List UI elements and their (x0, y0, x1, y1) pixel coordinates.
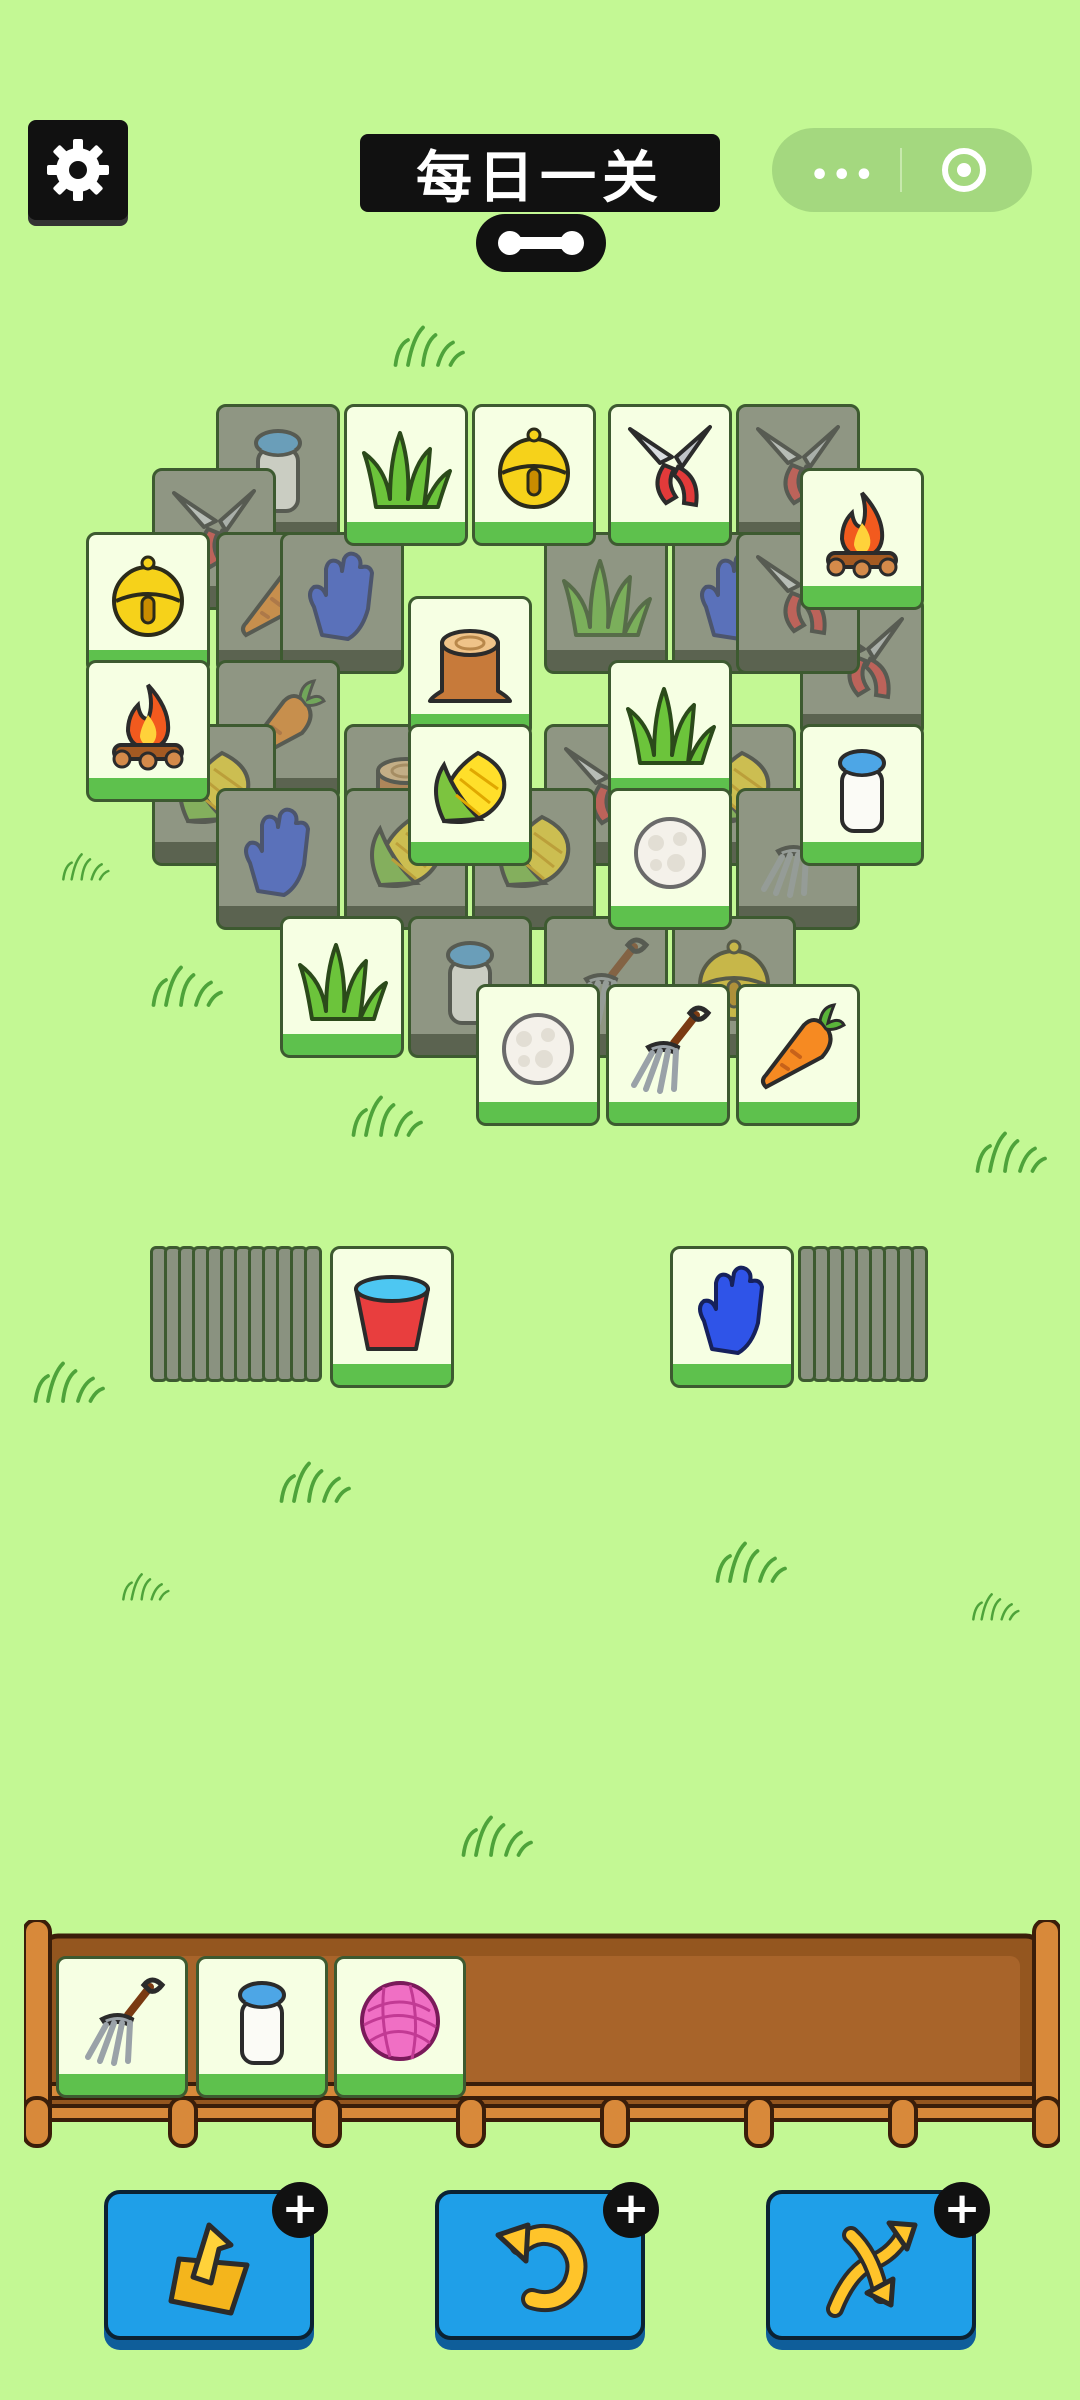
target-circle-icon[interactable] (942, 148, 986, 192)
plus-icon: + (934, 2182, 990, 2238)
tile-selectable[interactable] (86, 660, 210, 802)
tile-selectable[interactable] (408, 596, 532, 738)
tile-covered (280, 532, 404, 674)
stack-top-tile[interactable] (670, 1246, 794, 1388)
tray-slot-2 (196, 1956, 328, 2098)
glove-icon (292, 547, 392, 647)
corn-icon (420, 739, 520, 839)
tray-slot-3 (334, 1956, 466, 2098)
tile-selectable[interactable] (608, 660, 732, 802)
fire-icon (98, 675, 198, 775)
tile-covered (216, 788, 340, 930)
bell-icon (484, 419, 584, 519)
grass-decoration-icon (274, 1456, 354, 1506)
grass-decoration-icon (28, 1356, 108, 1406)
mini-program-capsule: ••• (772, 128, 1032, 212)
move-out-icon (168, 2222, 250, 2316)
tile-selectable[interactable] (472, 404, 596, 546)
tile-selectable[interactable] (800, 724, 924, 866)
shuffle-icon (826, 2220, 918, 2318)
tile-selectable[interactable] (408, 724, 532, 866)
grass-decoration-icon (388, 320, 468, 370)
yarn-icon (350, 1971, 450, 2071)
bone-icon (498, 231, 584, 255)
plus-icon: + (603, 2182, 659, 2238)
undo-icon (495, 2222, 588, 2313)
jar-icon (212, 1971, 312, 2071)
grass-decoration-icon (346, 1090, 426, 1140)
tile-selectable[interactable] (476, 984, 600, 1126)
stump-icon (420, 611, 520, 711)
jar-icon (812, 739, 912, 839)
grass-decoration-icon (120, 1556, 170, 1616)
grass-icon (292, 931, 392, 1031)
pruner-icon (620, 419, 720, 519)
undo-button[interactable]: + (435, 2182, 659, 2350)
grass-decoration-icon (146, 960, 226, 1010)
fork-icon (72, 1971, 172, 2071)
grass-icon (620, 675, 720, 775)
tile-covered (544, 532, 668, 674)
shuffle-button[interactable]: + (766, 2182, 990, 2350)
tray-slot-1 (56, 1956, 188, 2098)
bucket-icon (342, 1261, 442, 1361)
more-dots-icon[interactable]: ••• (810, 158, 877, 193)
tile-selectable[interactable] (86, 532, 210, 674)
move-out-button[interactable]: + (104, 2182, 328, 2350)
tile-selectable[interactable] (344, 404, 468, 546)
tile-selectable[interactable] (736, 984, 860, 1126)
glove-icon (228, 803, 328, 903)
cotton-icon (620, 803, 720, 903)
collection-tray (22, 1918, 1062, 2150)
bell-icon (98, 547, 198, 647)
tile-selectable[interactable] (800, 468, 924, 610)
tile-selectable[interactable] (280, 916, 404, 1058)
grass-decoration-icon (970, 1576, 1020, 1636)
glove-icon (682, 1261, 782, 1361)
bone-badge (476, 214, 606, 272)
grass-decoration-icon (456, 1810, 536, 1860)
fork-icon (618, 999, 718, 1099)
fire-icon (812, 483, 912, 583)
grass-icon (356, 419, 456, 519)
cotton-icon (488, 999, 588, 1099)
settings-button[interactable] (28, 120, 128, 220)
grass-decoration-icon (970, 1126, 1050, 1176)
stack-top-tile[interactable] (330, 1246, 454, 1388)
tile-selectable[interactable] (608, 788, 732, 930)
grass-decoration-icon (710, 1536, 790, 1586)
tile-selectable[interactable] (608, 404, 732, 546)
tile-selectable[interactable] (606, 984, 730, 1126)
gear-icon (47, 139, 109, 201)
grass-icon (556, 547, 656, 647)
carrot-icon (748, 999, 848, 1099)
plus-icon: + (272, 2182, 328, 2238)
page-title: 每日一关 (360, 134, 720, 212)
grass-decoration-icon (60, 836, 110, 896)
